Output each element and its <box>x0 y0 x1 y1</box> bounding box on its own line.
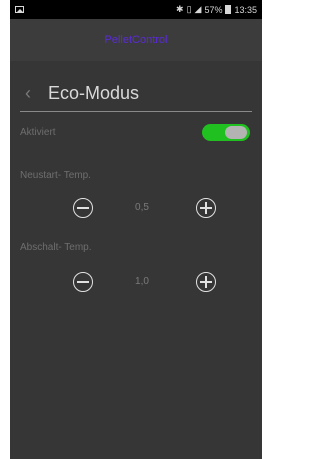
settings-content: ‹ Eco-Modus Aktiviert Neustart- Temp. 0,… <box>10 61 262 459</box>
abschalt-temp-label: Abschalt- Temp. <box>20 242 92 253</box>
bluetooth-icon: ✱ <box>176 4 184 14</box>
abschalt-temp-stepper: 1,0 <box>10 272 262 296</box>
status-bar: ✱ ▯ ◢ 57% 13:35 <box>10 0 262 19</box>
app-bar: PelletControl <box>10 19 262 61</box>
abschalt-plus-button[interactable] <box>196 272 216 292</box>
page-header: ‹ Eco-Modus <box>20 75 252 112</box>
abschalt-temp-value: 1,0 <box>135 276 149 287</box>
app-title: PelletControl <box>104 34 168 46</box>
aktiviert-toggle[interactable] <box>202 124 250 141</box>
status-time: 13:35 <box>234 4 257 15</box>
neustart-temp-label: Neustart- Temp. <box>20 170 91 181</box>
image-icon <box>15 6 24 13</box>
aktiviert-label: Aktiviert <box>20 127 56 138</box>
toggle-thumb[interactable] <box>225 126 247 139</box>
back-chevron-icon[interactable]: ‹ <box>20 83 36 104</box>
neustart-temp-stepper: 0,5 <box>10 198 262 222</box>
vibrate-icon: ▯ <box>186 4 192 14</box>
battery-icon <box>225 5 232 14</box>
neustart-temp-value: 0,5 <box>135 202 149 213</box>
page-title: Eco-Modus <box>48 82 140 103</box>
neustart-minus-button[interactable] <box>73 198 93 218</box>
phone-screen: ✱ ▯ ◢ 57% 13:35 PelletControl ‹ Eco-Modu… <box>10 0 262 459</box>
neustart-plus-button[interactable] <box>196 198 216 218</box>
battery-percent: 57% <box>204 4 223 15</box>
signal-icon: ◢ <box>194 4 202 14</box>
abschalt-minus-button[interactable] <box>73 272 93 292</box>
